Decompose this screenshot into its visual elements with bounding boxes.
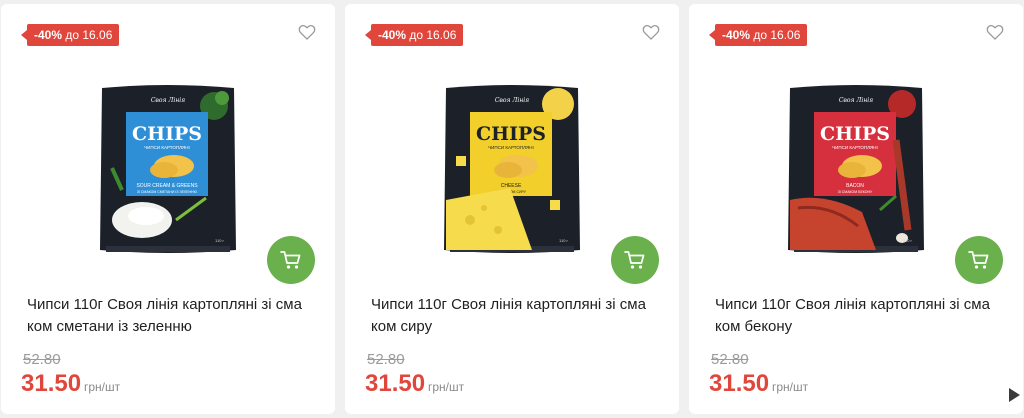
heart-icon[interactable] [297, 22, 317, 42]
product-title[interactable]: Чипси 110г Своя лінія картопляні зі сма к… [715, 294, 1007, 338]
add-to-cart-button[interactable] [955, 236, 1003, 284]
cart-icon [280, 251, 301, 269]
pack-flavor-ua: ЗІ СМАКОМ БЕКОНУ [838, 190, 873, 194]
current-price: 31.50 [365, 370, 426, 397]
discount-badge: -40% до 16.06 [20, 24, 120, 46]
old-price: 52.80 [711, 351, 749, 368]
product-title[interactable]: Чипси 110г Своя лінія картопляні зі сма к… [27, 294, 319, 338]
pack-brand: Своя Лінія [495, 97, 529, 104]
price-unit: грн/шт [428, 380, 465, 394]
pack-subtitle: ЧИПСИ КАРТОПЛЯНІ [832, 145, 878, 150]
pack-brand: Своя Лінія [151, 97, 185, 104]
price-unit: грн/шт [772, 380, 809, 394]
product-grid: -40% до 16.06 Своя Лінія CHIPS ЧИПСИ КАР… [0, 0, 1024, 418]
pack-subtitle: ЧИПСИ КАРТОПЛЯНІ [488, 145, 534, 150]
product-card[interactable]: -40% до 16.06 Своя Лінія CHIPS ЧИПСИ КАР… [1, 4, 335, 414]
pack-flavor: SOUR CREAM & GREENS [136, 183, 198, 189]
product-image[interactable]: Своя Лінія CHIPS ЧИПСИ КАРТОПЛЯНІ SOUR C… [96, 80, 240, 258]
product-title-line: ком бекону [715, 318, 793, 335]
pack-subtitle: ЧИПСИ КАРТОПЛЯНІ [144, 145, 190, 150]
discount-percent: -40% [722, 28, 751, 42]
pack-name: CHIPS [820, 123, 890, 145]
pack-weight: 110 г [215, 238, 224, 243]
old-price: 52.80 [23, 351, 61, 368]
current-price: 31.50 [709, 370, 770, 397]
price-unit: грн/шт [84, 380, 121, 394]
discount-badge: -40% до 16.06 [708, 24, 808, 46]
current-price: 31.50 [21, 370, 82, 397]
pack-flavor-ua: ЗІ СМАКОМ СМЕТАНИ ІЗ ЗЕЛЕННЮ [137, 190, 198, 194]
promo-date: до 16.06 [409, 28, 457, 42]
pack-name: CHIPS [132, 123, 202, 145]
discount-percent: -40% [378, 28, 407, 42]
pack-flavor: BACON [846, 183, 864, 189]
pack-brand: Своя Лінія [839, 97, 873, 104]
product-title-line: Чипси 110г Своя лінія картопляні зі сма [715, 296, 990, 313]
heart-icon[interactable] [641, 22, 661, 42]
product-image[interactable]: Своя Лінія CHIPS ЧИПСИ КАРТОПЛЯНІ BACON … [784, 80, 928, 258]
add-to-cart-button[interactable] [611, 236, 659, 284]
add-to-cart-button[interactable] [267, 236, 315, 284]
heart-icon[interactable] [985, 22, 1005, 42]
product-title-line: ком сиру [371, 318, 433, 335]
product-title[interactable]: Чипси 110г Своя лінія картопляні зі сма к… [371, 294, 663, 338]
product-title-line: Чипси 110г Своя лінія картопляні зі сма [27, 296, 302, 313]
old-price: 52.80 [367, 351, 405, 368]
cart-icon [968, 251, 989, 269]
product-card[interactable]: -40% до 16.06 Своя Лінія CHIPS ЧИПСИ КАР… [345, 4, 679, 414]
arrow-right-icon[interactable] [1007, 387, 1021, 403]
promo-date: до 16.06 [65, 28, 113, 42]
discount-badge: -40% до 16.06 [364, 24, 464, 46]
product-title-line: ком сметани із зеленню [27, 318, 192, 335]
product-title-line: Чипси 110г Своя лінія картопляні зі сма [371, 296, 646, 313]
pack-weight: 110 г [903, 238, 912, 243]
product-image[interactable]: Своя Лінія CHIPS ЧИПСИ КАРТОПЛЯНІ CHEESE… [440, 80, 584, 258]
pack-flavor: CHEESE [501, 183, 522, 189]
pack-weight: 110 г [559, 238, 568, 243]
promo-date: до 16.06 [753, 28, 801, 42]
discount-percent: -40% [34, 28, 63, 42]
cart-icon [624, 251, 645, 269]
pack-name: CHIPS [476, 123, 546, 145]
product-card[interactable]: -40% до 16.06 Своя Лінія CHIPS ЧИПСИ КАР… [689, 4, 1023, 414]
